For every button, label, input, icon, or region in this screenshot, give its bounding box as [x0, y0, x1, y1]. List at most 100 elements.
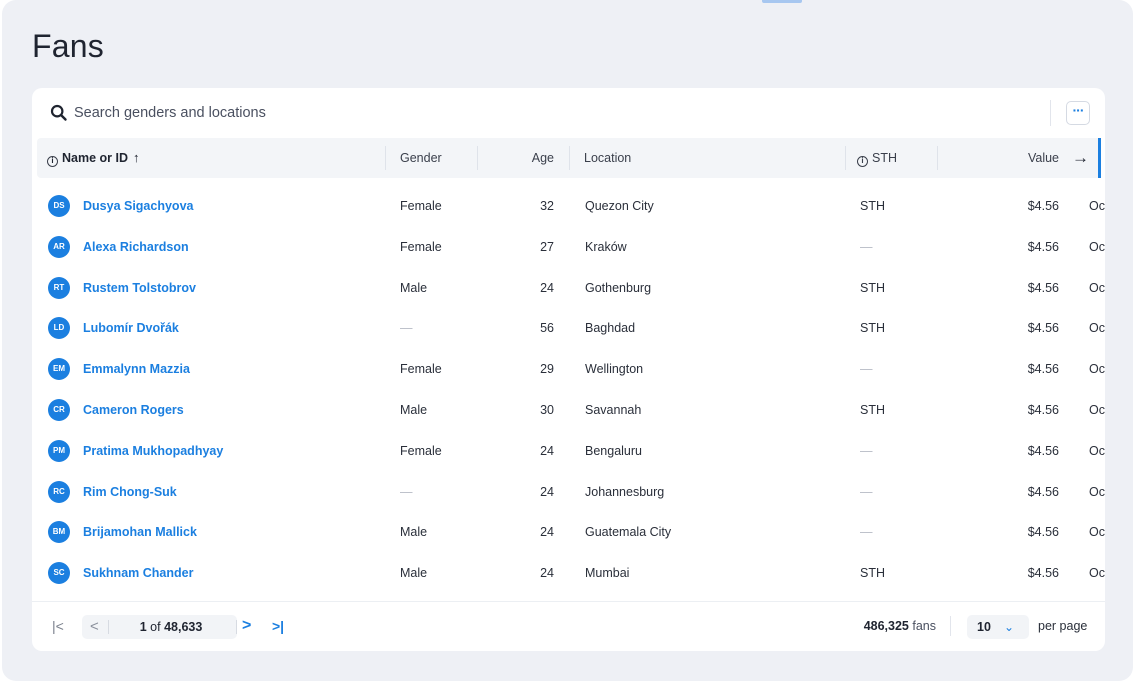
- value-cell: $4.56: [1027, 199, 1059, 213]
- column-header-age[interactable]: Age: [477, 138, 554, 178]
- location-cell: Kraków: [585, 239, 627, 254]
- arrow-right-icon[interactable]: →: [1072, 138, 1089, 178]
- value-cell: $4.56: [1027, 362, 1059, 377]
- fans-table-card: ··· i Name or ID ↑ Gender Age Location i ST…: [32, 88, 1105, 651]
- column-divider: [569, 146, 570, 170]
- location-cell: Baghdad: [585, 321, 636, 336]
- fan-name-link[interactable]: Cameron Rogers: [83, 391, 184, 429]
- date-cell: Oc: [1089, 525, 1105, 540]
- fan-name-link[interactable]: Rim Chong-Suk: [83, 473, 177, 511]
- fan-name-link[interactable]: Emmalynn Mazzia: [83, 350, 190, 388]
- gender-cell: Male: [400, 525, 428, 540]
- date-cell: Oc: [1089, 239, 1105, 254]
- table-row[interactable]: CR Cameron Rogers Male 30 Savannah STH $…: [32, 391, 1105, 432]
- avatar: SC: [48, 562, 70, 585]
- search-input[interactable]: [74, 100, 674, 126]
- date-cell: Oc: [1089, 403, 1105, 417]
- info-icon: i: [47, 156, 58, 167]
- gender-cell: —: [400, 321, 413, 336]
- fan-name-link[interactable]: Dusya Sigachyova: [83, 187, 193, 225]
- search-bar: ···: [32, 88, 1105, 138]
- gender-cell: Female: [400, 362, 442, 377]
- location-cell: Bengaluru: [585, 443, 642, 458]
- avatar: PM: [48, 439, 70, 462]
- fan-name-link[interactable]: Rustem Tolstobrov: [83, 269, 196, 307]
- page-navigator: < 1 of 48,633: [82, 615, 237, 639]
- more-options-button[interactable]: ···: [1066, 101, 1090, 125]
- chevron-right-icon[interactable]: >: [242, 616, 251, 636]
- table-row[interactable]: LD Lubomír Dvořák — 56 Baghdad STH $4.56…: [32, 309, 1105, 350]
- last-page-icon[interactable]: >|: [272, 616, 284, 636]
- per-page-select[interactable]: 10 ⌄: [967, 615, 1029, 639]
- column-label-sth: STH: [872, 151, 897, 165]
- table-row[interactable]: AR Alexa Richardson Female 27 Kraków — $…: [32, 228, 1105, 269]
- first-page-icon[interactable]: |<: [52, 616, 70, 636]
- column-divider: [937, 146, 938, 170]
- footer-divider: [950, 616, 951, 636]
- page-background: Fans ··· i Name or ID ↑ Gender Age Locatio…: [2, 0, 1133, 681]
- fan-name-link[interactable]: Sukhnam Chander: [83, 554, 193, 592]
- fan-name-link[interactable]: Pratima Mukhopadhyay: [83, 432, 223, 470]
- column-divider: [385, 146, 386, 170]
- table-row[interactable]: DS Dusya Sigachyova Female 32 Quezon Cit…: [32, 187, 1105, 228]
- table-row[interactable]: EM Emmalynn Mazzia Female 29 Wellington …: [32, 350, 1105, 391]
- table-row[interactable]: BM Brijamohan Mallick Male 24 Guatemala …: [32, 513, 1105, 554]
- fan-name-link[interactable]: Alexa Richardson: [83, 228, 189, 266]
- location-cell: Savannah: [585, 403, 642, 417]
- fan-name-link[interactable]: Brijamohan Mallick: [83, 513, 197, 551]
- sth-cell: STH: [860, 321, 885, 336]
- location-cell: Johannesburg: [585, 484, 665, 499]
- age-cell: 30: [540, 403, 554, 417]
- chevron-down-icon: ⌄: [1004, 620, 1015, 634]
- value-cell: $4.56: [1027, 484, 1059, 499]
- search-divider: [1050, 100, 1051, 126]
- total-count: 486,325: [863, 619, 909, 633]
- pager-divider: [236, 620, 237, 634]
- value-cell: $4.56: [1027, 525, 1059, 540]
- value-cell: $4.56: [1027, 239, 1059, 254]
- age-cell: 56: [540, 321, 554, 336]
- age-cell: 32: [540, 199, 554, 213]
- info-icon: i: [857, 156, 868, 167]
- total-pages: 48,633: [164, 620, 203, 634]
- sth-cell: —: [860, 443, 873, 458]
- value-cell: $4.56: [1027, 280, 1059, 295]
- sth-cell: STH: [860, 566, 885, 581]
- column-header-value[interactable]: Value: [977, 138, 1059, 178]
- value-cell: $4.56: [1027, 321, 1059, 336]
- age-cell: 29: [540, 362, 554, 377]
- date-cell: Oc: [1089, 280, 1105, 295]
- gender-cell: Female: [400, 239, 442, 254]
- avatar: EM: [48, 358, 70, 381]
- table-row[interactable]: RC Rim Chong-Suk — 24 Johannesburg — $4.…: [32, 473, 1105, 514]
- location-cell: Gothenburg: [585, 280, 652, 295]
- gender-cell: Male: [400, 403, 428, 417]
- age-cell: 24: [540, 525, 554, 540]
- column-label-gender: Gender: [400, 151, 442, 165]
- column-header-location[interactable]: Location: [584, 138, 631, 178]
- current-page: 1: [139, 620, 147, 634]
- chevron-left-icon[interactable]: <: [90, 615, 99, 639]
- sth-cell: STH: [860, 199, 885, 213]
- avatar: LD: [48, 317, 70, 340]
- date-cell: Oc: [1089, 321, 1105, 336]
- fan-name-link[interactable]: Lubomír Dvořák: [83, 309, 179, 347]
- table-row[interactable]: SC Sukhnam Chander Male 24 Mumbai STH $4…: [32, 554, 1105, 595]
- more-icon: ···: [1072, 102, 1085, 118]
- total-fans-count: 486,325 fans: [822, 616, 936, 636]
- table-row[interactable]: RT Rustem Tolstobrov Male 24 Gothenburg …: [32, 269, 1105, 310]
- date-cell: Oc: [1089, 443, 1105, 458]
- page-of-label: of: [150, 620, 161, 634]
- column-header-sth[interactable]: i STH: [857, 138, 897, 178]
- avatar: BM: [48, 521, 70, 544]
- column-header-name[interactable]: i Name or ID ↑: [47, 138, 140, 178]
- gender-cell: Male: [400, 280, 428, 295]
- table-row[interactable]: PM Pratima Mukhopadhyay Female 24 Bengal…: [32, 432, 1105, 473]
- sth-cell: STH: [860, 403, 885, 417]
- page-indicator[interactable]: 1 of 48,633: [116, 615, 226, 639]
- age-cell: 24: [540, 280, 554, 295]
- gender-cell: Female: [400, 199, 442, 213]
- column-header-gender[interactable]: Gender: [400, 138, 442, 178]
- per-page-label: per page: [1038, 619, 1088, 633]
- date-cell: Oc: [1089, 566, 1105, 581]
